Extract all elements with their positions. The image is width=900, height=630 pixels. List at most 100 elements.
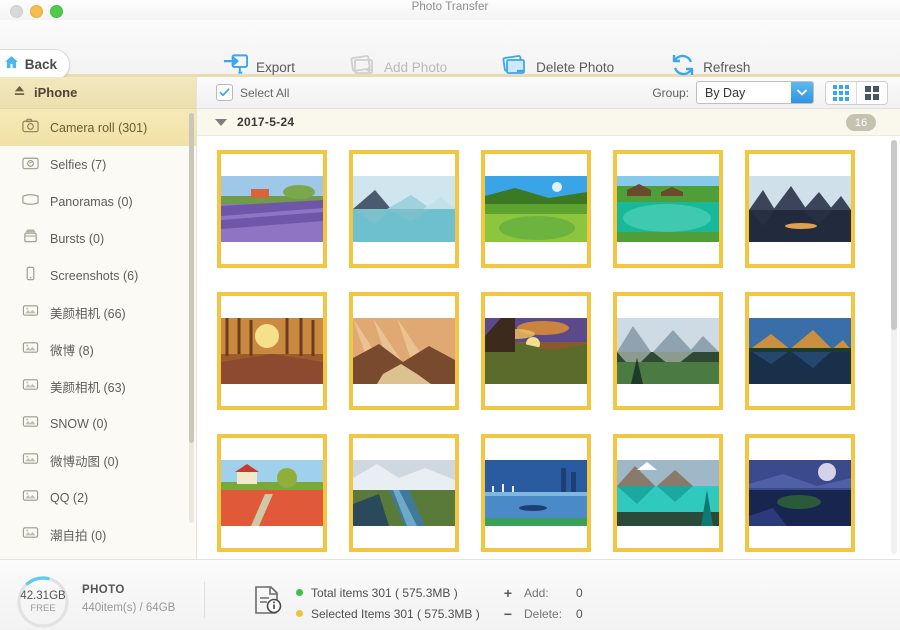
photo-image xyxy=(353,460,455,526)
photo-image xyxy=(617,318,719,384)
storage-category: PHOTO 440item(s) / 64GB xyxy=(82,584,175,614)
panorama-icon xyxy=(22,192,39,212)
photo-grid xyxy=(197,136,887,552)
storage-category-detail: 440item(s) / 64GB xyxy=(82,602,175,614)
sidebar-item-qq[interactable]: QQ (2) xyxy=(0,479,196,516)
photo-image xyxy=(221,460,323,526)
sidebar-item-album-8[interactable]: 美颜相机 (63) xyxy=(0,368,196,405)
sidebar-item-label: 微博 (8) xyxy=(50,340,94,359)
chevron-down-icon[interactable] xyxy=(791,82,813,103)
album-icon xyxy=(22,414,39,434)
photo-thumbnail[interactable] xyxy=(349,292,459,410)
delete-label: Delete: xyxy=(524,607,576,621)
photo-image xyxy=(221,176,323,242)
sidebar-item-panoramas[interactable]: Panoramas (0) xyxy=(0,183,196,220)
photo-image xyxy=(749,460,851,526)
sidebar-item-camera-roll[interactable]: Camera roll (301) xyxy=(0,109,196,146)
sidebar-item-label: Bursts (0) xyxy=(50,232,104,246)
sidebar-item-album-7[interactable]: 微博 (8) xyxy=(0,331,196,368)
photo-thumbnail[interactable] xyxy=(217,150,327,268)
select-all-control[interactable]: Select All xyxy=(216,84,289,101)
add-row: + Add: 0 xyxy=(500,582,583,603)
photo-thumbnail[interactable] xyxy=(745,292,855,410)
photo-thumbnail[interactable] xyxy=(349,150,459,268)
photo-thumbnail[interactable] xyxy=(349,434,459,552)
sidebar-item-label: 微博动图 (0) xyxy=(50,451,119,470)
storage-category-title: PHOTO xyxy=(82,584,175,596)
photo-thumbnail[interactable] xyxy=(217,434,327,552)
collapse-triangle-icon[interactable] xyxy=(215,119,227,126)
back-button[interactable]: Back xyxy=(0,49,70,80)
group-select-value: By Day xyxy=(705,86,745,100)
sidebar-item-album-12[interactable]: 潮自拍 (0) xyxy=(0,516,196,553)
status-bar: 42.31GB FREE PHOTO 440item(s) / 64GB Tot… xyxy=(0,559,900,630)
large-grid-view-button[interactable] xyxy=(856,82,887,104)
photo-thumbnail[interactable] xyxy=(481,292,591,410)
view-mode-toggle xyxy=(825,81,888,105)
export-label: Export xyxy=(256,60,295,75)
album-icon xyxy=(22,340,39,360)
sidebar-item-label: Panoramas (0) xyxy=(50,195,133,209)
sidebar-item-label: QQ (2) xyxy=(50,491,88,505)
select-all-checkbox[interactable] xyxy=(216,84,233,101)
small-grid-view-button[interactable] xyxy=(826,82,856,104)
total-items-row: Total items 301 ( 575.3MB ) xyxy=(296,582,480,603)
group-count-badge: 16 xyxy=(846,114,876,131)
sidebar: iPhone Camera roll (301) Selfies (7) Pan… xyxy=(0,77,197,559)
selected-bullet-icon xyxy=(296,610,303,617)
content-scrollbar-thumb[interactable] xyxy=(891,140,897,330)
group-date-label: 2017-5-24 xyxy=(237,115,294,129)
content-pane: Select All Group: By Day xyxy=(197,77,900,559)
storage-state: FREE xyxy=(30,603,55,614)
back-label: Back xyxy=(25,57,57,72)
total-items-label: Total items 301 ( 575.3MB ) xyxy=(311,586,458,600)
photo-thumbnail[interactable] xyxy=(745,434,855,552)
photo-grid-wrapper xyxy=(197,136,900,560)
sidebar-item-album-6[interactable]: 美颜相机 (66) xyxy=(0,294,196,331)
phone-icon xyxy=(22,266,39,286)
photo-thumbnail[interactable] xyxy=(613,150,723,268)
content-scrollbar[interactable] xyxy=(891,140,897,554)
sidebar-item-screenshots[interactable]: Screenshots (6) xyxy=(0,257,196,294)
device-header[interactable]: iPhone xyxy=(0,77,196,109)
item-summary: Total items 301 ( 575.3MB ) Selected Ite… xyxy=(296,582,480,624)
group-label: Group: xyxy=(652,86,689,100)
minus-icon: − xyxy=(500,606,516,622)
photo-image xyxy=(485,460,587,526)
small-grid-icon xyxy=(833,85,849,101)
pending-changes: + Add: 0 − Delete: 0 xyxy=(500,582,583,624)
photo-thumbnail[interactable] xyxy=(613,434,723,552)
sidebar-item-selfies[interactable]: Selfies (7) xyxy=(0,146,196,183)
window-title: Photo Transfer xyxy=(0,1,900,13)
sidebar-scrollbar-thumb[interactable] xyxy=(189,113,194,443)
selected-items-label: Selected Items 301 ( 575.3MB ) xyxy=(311,607,480,621)
eject-icon[interactable] xyxy=(13,84,26,102)
photo-thumbnail[interactable] xyxy=(481,150,591,268)
group-date-header[interactable]: 2017-5-24 16 xyxy=(197,109,900,136)
sidebar-item-bursts[interactable]: Bursts (0) xyxy=(0,220,196,257)
photo-thumbnail[interactable] xyxy=(745,150,855,268)
photo-image xyxy=(749,176,851,242)
add-label: Add: xyxy=(524,586,576,600)
sidebar-scrollbar[interactable] xyxy=(189,113,194,523)
photo-image xyxy=(617,460,719,526)
document-info-icon xyxy=(253,585,283,620)
photo-thumbnail[interactable] xyxy=(613,292,723,410)
sidebar-item-snow[interactable]: SNOW (0) xyxy=(0,405,196,442)
photo-thumbnail[interactable] xyxy=(217,292,327,410)
sidebar-item-label: Camera roll (301) xyxy=(50,121,147,135)
photo-image xyxy=(353,318,455,384)
toolbar: Back Export xyxy=(0,20,900,77)
group-select[interactable]: By Day xyxy=(696,81,814,104)
sidebar-item-label: 美颜相机 (66) xyxy=(50,303,126,322)
total-bullet-icon xyxy=(296,589,303,596)
sidebar-item-label: Screenshots (6) xyxy=(50,269,138,283)
selected-items-row: Selected Items 301 ( 575.3MB ) xyxy=(296,603,480,624)
refresh-label: Refresh xyxy=(703,60,750,75)
sidebar-item-label: Selfies (7) xyxy=(50,158,106,172)
add-value: 0 xyxy=(576,586,583,600)
device-name: iPhone xyxy=(34,85,77,100)
photo-thumbnail[interactable] xyxy=(481,434,591,552)
sidebar-item-album-10[interactable]: 微博动图 (0) xyxy=(0,442,196,479)
status-divider xyxy=(204,582,205,618)
